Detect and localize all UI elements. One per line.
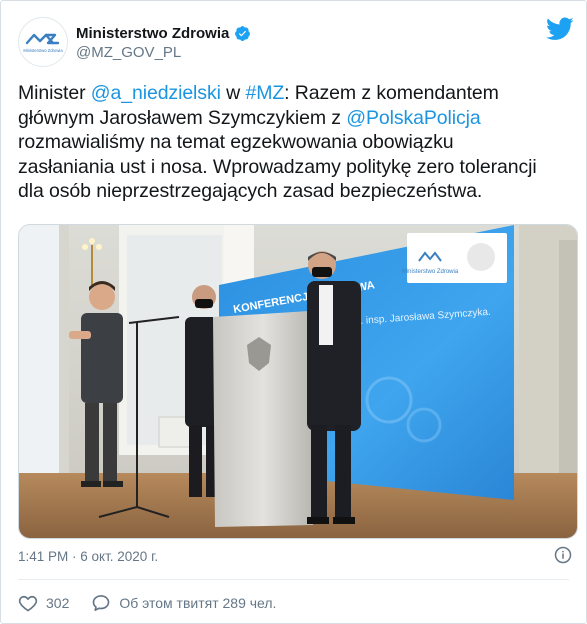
- like-count: 302: [46, 595, 70, 611]
- twitter-bird-icon[interactable]: [546, 17, 574, 41]
- info-icon[interactable]: [554, 546, 572, 564]
- tweet-timestamp[interactable]: 1:41 PM · 6 окт. 2020 г.: [18, 549, 158, 564]
- press-conference-photo: Ministerstwo Zdrowia KONFERENCJA PRASOWA…: [19, 225, 577, 538]
- screen-logo-text: Ministerstwo Zdrowia: [402, 269, 459, 275]
- avatar[interactable]: Ministerstwo Zdrowia: [18, 17, 68, 67]
- author-display-name[interactable]: Ministerstwo Zdrowia: [76, 25, 229, 42]
- tweet-card: Ministerstwo Zdrowia Ministerstwo Zdrowi…: [0, 0, 587, 624]
- verified-badge-icon: [235, 25, 251, 41]
- tweet-text-segment: rozmawialiśmy na temat egzekwowania obow…: [18, 131, 454, 153]
- ministry-logo-icon: Ministerstwo Zdrowia: [23, 33, 63, 53]
- avatar-logo-text: Ministerstwo Zdrowia: [23, 48, 63, 53]
- tweet-text-segment: dla osób nieprzestrzegających zasad bezp…: [18, 180, 483, 202]
- tweet-photo[interactable]: Ministerstwo Zdrowia KONFERENCJA PRASOWA…: [18, 224, 578, 539]
- tweet-text-segment: zasłaniania ust i nosa. Wprowadzamy poli…: [18, 155, 537, 178]
- mention-link[interactable]: @a_niedzielski: [91, 82, 221, 104]
- heart-icon: [18, 595, 38, 612]
- tweet-text-line: Minister @a_niedzielski w #MZ: Razem z k…: [18, 81, 578, 106]
- tweet-actions: 302 Об этом твитят 289 чел.: [18, 591, 276, 615]
- like-button[interactable]: 302: [18, 593, 69, 613]
- author-handle[interactable]: @MZ_GOV_PL: [76, 44, 181, 61]
- tweet-text-line: rozmawialiśmy na temat egzekwowania obow…: [18, 130, 578, 155]
- conversation-button[interactable]: Об этом твитят 289 чел.: [91, 593, 276, 613]
- tweet-text-line: dla osób nieprzestrzegających zasad bezp…: [18, 179, 578, 204]
- mention-link[interactable]: @PolskaPolicja: [346, 107, 480, 129]
- tweet-text-segment: głównym Jarosławem Szymczykiem z: [18, 106, 347, 129]
- discussion-text: Об этом твитят 289 чел.: [119, 595, 277, 611]
- tweet-text-segment: Minister: [18, 82, 91, 104]
- tweet-text: Minister @a_niedzielski w #MZ: Razem z k…: [18, 81, 578, 204]
- tweet-text-segment: w: [220, 82, 246, 104]
- tweet-text-segment: : Razem z komendantem: [284, 82, 499, 104]
- tweet-text-line: zasłaniania ust i nosa. Wprowadzamy poli…: [18, 155, 578, 180]
- hashtag-link[interactable]: #MZ: [245, 82, 284, 104]
- actions-divider: [18, 579, 569, 580]
- speech-bubble-icon: [93, 595, 110, 611]
- tweet-text-line: głównym Jarosławem Szymczykiem z @Polska…: [18, 106, 578, 131]
- author-name-row[interactable]: Ministerstwo Zdrowia: [76, 23, 251, 43]
